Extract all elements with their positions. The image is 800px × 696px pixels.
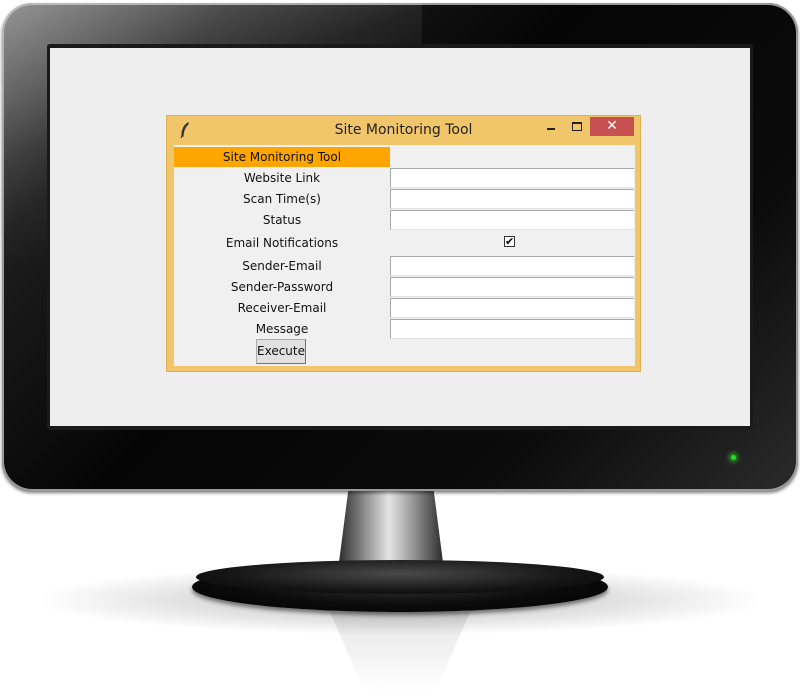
website-link-input[interactable] (390, 168, 634, 188)
status-input[interactable] (390, 210, 634, 230)
checkmark-icon: ✔ (505, 235, 515, 248)
close-button[interactable]: ✕ (590, 117, 634, 136)
scan-time-input[interactable] (390, 189, 634, 209)
maximize-button[interactable] (565, 117, 591, 136)
monitor-neck (338, 488, 444, 570)
email-notifications-label: Email Notifications (225, 236, 339, 250)
app-window: Site Monitoring Tool ✕ Site Monitoring T… (166, 115, 641, 372)
sender-email-label: Sender-Email (242, 259, 322, 273)
monitor-base-reflection (330, 612, 470, 692)
scan-time-label: Scan Time(s) (243, 192, 321, 206)
message-label: Message (255, 322, 309, 336)
receiver-email-label: Receiver-Email (237, 301, 327, 315)
form-heading: Site Monitoring Tool (174, 147, 390, 167)
website-link-label: Website Link (243, 171, 321, 185)
minimize-button[interactable] (539, 117, 565, 136)
form-panel: Site Monitoring Tool Website Link Scan T… (174, 145, 635, 366)
email-notifications-checkbox[interactable]: ✔ (504, 236, 515, 247)
status-label: Status (262, 213, 302, 227)
receiver-email-input[interactable] (390, 298, 634, 318)
message-input[interactable] (390, 319, 634, 339)
power-led (731, 455, 736, 460)
title-bar[interactable]: Site Monitoring Tool ✕ (167, 116, 640, 145)
execute-button[interactable]: Execute (256, 339, 306, 364)
sender-password-input[interactable] (390, 277, 634, 297)
sender-password-label: Sender-Password (230, 280, 334, 294)
sender-email-input[interactable] (390, 256, 634, 276)
monitor-base-top (196, 560, 604, 594)
close-icon: ✕ (606, 118, 618, 134)
